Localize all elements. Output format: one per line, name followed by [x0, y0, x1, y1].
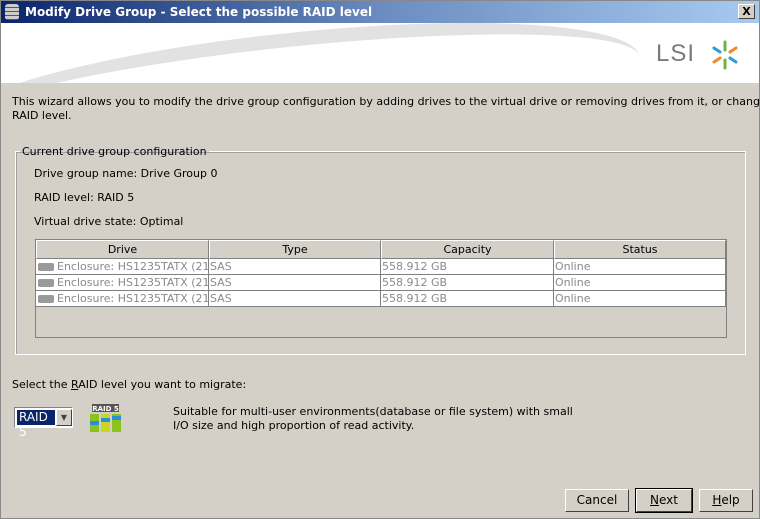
status-cell: Online	[554, 275, 726, 291]
type-cell: SAS	[209, 259, 381, 275]
database-icon	[5, 4, 19, 20]
drive-icon	[38, 295, 54, 303]
cancel-button[interactable]: Cancel	[565, 489, 629, 512]
drive-icon	[38, 279, 54, 287]
column-header-capacity[interactable]: Capacity	[381, 240, 554, 259]
raid-icon: RAID 5	[90, 404, 121, 432]
banner: LSI	[1, 23, 759, 83]
table-row[interactable]: Enclosure: HS1235TATX (21)... SAS 558.91…	[36, 291, 726, 307]
intro-text-2: RAID level.	[12, 109, 72, 122]
virtual-drive-state: Virtual drive state: Optimal	[34, 215, 184, 228]
drive-cell: Enclosure: HS1235TATX (21)...	[57, 292, 209, 305]
capacity-cell: 558.912 GB	[381, 259, 554, 275]
select-raid-label: Select the RAID level you want to migrat…	[12, 378, 247, 391]
lsi-logo: LSI	[656, 40, 696, 67]
column-header-drive[interactable]: Drive	[36, 240, 209, 259]
lsi-star-icon	[712, 40, 738, 70]
capacity-cell: 558.912 GB	[381, 291, 554, 307]
close-button[interactable]: X	[738, 4, 755, 19]
drive-cell: Enclosure: HS1235TATX (21)...	[57, 276, 209, 289]
group-legend: Current drive group configuration	[22, 145, 207, 158]
status-cell: Online	[554, 291, 726, 307]
drive-table: Drive Type Capacity Status Enclosure: HS…	[35, 239, 727, 338]
type-cell: SAS	[209, 291, 381, 307]
raid-level: RAID level: RAID 5	[34, 191, 135, 204]
drive-cell: Enclosure: HS1235TATX (21)...	[57, 260, 209, 273]
capacity-cell: 558.912 GB	[381, 275, 554, 291]
column-header-status[interactable]: Status	[554, 240, 726, 259]
raid-level-value: RAID 5	[17, 410, 55, 439]
swoosh-decoration	[1, 23, 646, 83]
drive-icon	[38, 263, 54, 271]
chevron-down-icon[interactable]: ▼	[56, 409, 72, 426]
type-cell: SAS	[209, 275, 381, 291]
raid-level-dropdown[interactable]: RAID 5 ▼	[14, 407, 73, 439]
title-bar: Modify Drive Group - Select the possible…	[1, 1, 759, 23]
raid-description-2: I/O size and high proportion of read act…	[173, 419, 415, 432]
next-button[interactable]: Next	[635, 488, 693, 513]
intro-text-1: This wizard allows you to modify the dri…	[12, 95, 760, 108]
status-cell: Online	[554, 259, 726, 275]
svg-text:RAID 5: RAID 5	[92, 405, 119, 413]
help-button[interactable]: Help	[699, 489, 753, 512]
table-row[interactable]: Enclosure: HS1235TATX (21)... SAS 558.91…	[36, 259, 726, 275]
table-row[interactable]: Enclosure: HS1235TATX (21)... SAS 558.91…	[36, 275, 726, 291]
drive-group-name: Drive group name: Drive Group 0	[34, 167, 218, 180]
raid-description-1: Suitable for multi-user environments(dat…	[173, 405, 573, 418]
column-header-type[interactable]: Type	[209, 240, 381, 259]
window-title: Modify Drive Group - Select the possible…	[25, 5, 373, 19]
